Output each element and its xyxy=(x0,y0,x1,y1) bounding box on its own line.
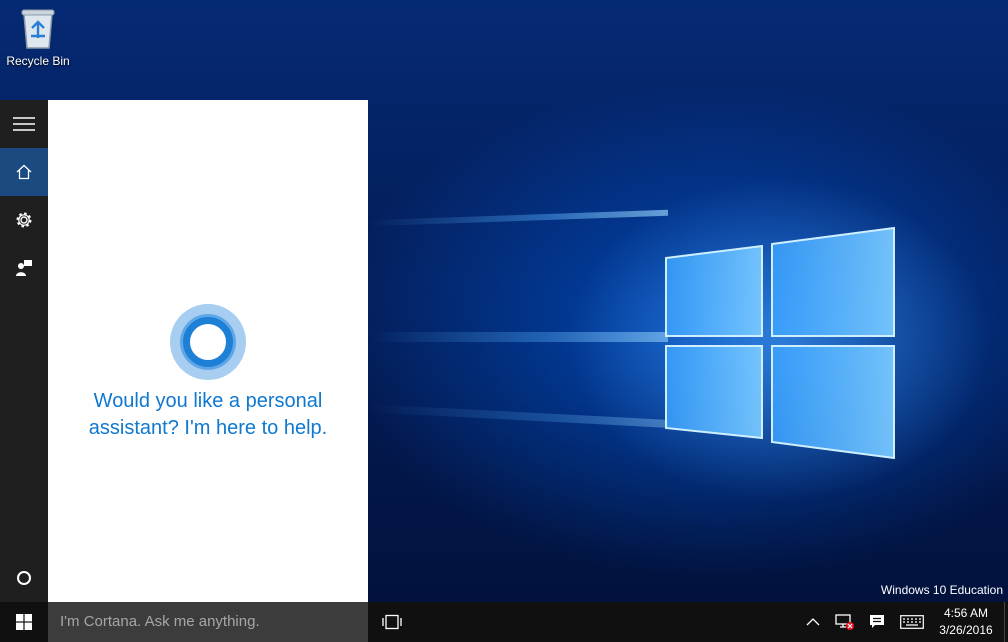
keyboard-icon xyxy=(900,615,924,629)
chevron-up-icon xyxy=(806,618,820,626)
home-icon xyxy=(16,164,32,180)
cortana-search-input[interactable]: I'm Cortana. Ask me anything. xyxy=(48,602,368,642)
clock-time: 4:56 AM xyxy=(943,606,989,620)
gear-icon xyxy=(16,212,32,228)
cortana-panel: Would you like a personal assistant? I'm… xyxy=(48,100,368,602)
task-view-icon xyxy=(382,614,402,630)
desktop-icon-recycle-bin[interactable]: Recycle Bin xyxy=(4,6,72,68)
network-error-icon xyxy=(835,614,854,630)
cortana-button[interactable] xyxy=(0,554,48,602)
settings-button[interactable] xyxy=(0,196,48,244)
windows-start-icon xyxy=(16,614,32,630)
cortana-prompt: Would you like a personal assistant? I'm… xyxy=(88,390,328,439)
show-desktop-button[interactable] xyxy=(1004,602,1008,642)
start-button[interactable] xyxy=(0,602,48,642)
home-button[interactable] xyxy=(0,148,48,196)
network-button[interactable] xyxy=(830,602,860,642)
touch-keyboard-button[interactable] xyxy=(896,602,928,642)
system-clock[interactable]: 4:56 AM 3/26/2016 xyxy=(930,605,1002,639)
windows-logo-wallpaper xyxy=(665,226,895,460)
cortana-circle-icon xyxy=(17,571,31,585)
action-center-button[interactable] xyxy=(862,602,892,642)
recycle-bin-icon xyxy=(21,9,55,49)
feedback-icon xyxy=(16,260,32,276)
cortana-ring-inner xyxy=(183,317,233,367)
show-hidden-icons-button[interactable] xyxy=(798,602,828,642)
windows-edition-watermark: Windows 10 Education xyxy=(880,583,1003,597)
clock-date: 3/26/2016 xyxy=(939,623,993,637)
taskbar: I'm Cortana. Ask me anything. 4:56 AM 3/… xyxy=(0,602,1008,642)
feedback-button[interactable] xyxy=(0,244,48,292)
desktop-icon-label: Recycle Bin xyxy=(6,54,70,68)
task-view-button[interactable] xyxy=(372,602,412,642)
cortana-logo xyxy=(170,304,246,380)
action-center-icon xyxy=(870,615,884,628)
cortana-rail xyxy=(0,100,48,602)
hamburger-icon xyxy=(13,117,35,131)
hamburger-menu-button[interactable] xyxy=(0,100,48,148)
